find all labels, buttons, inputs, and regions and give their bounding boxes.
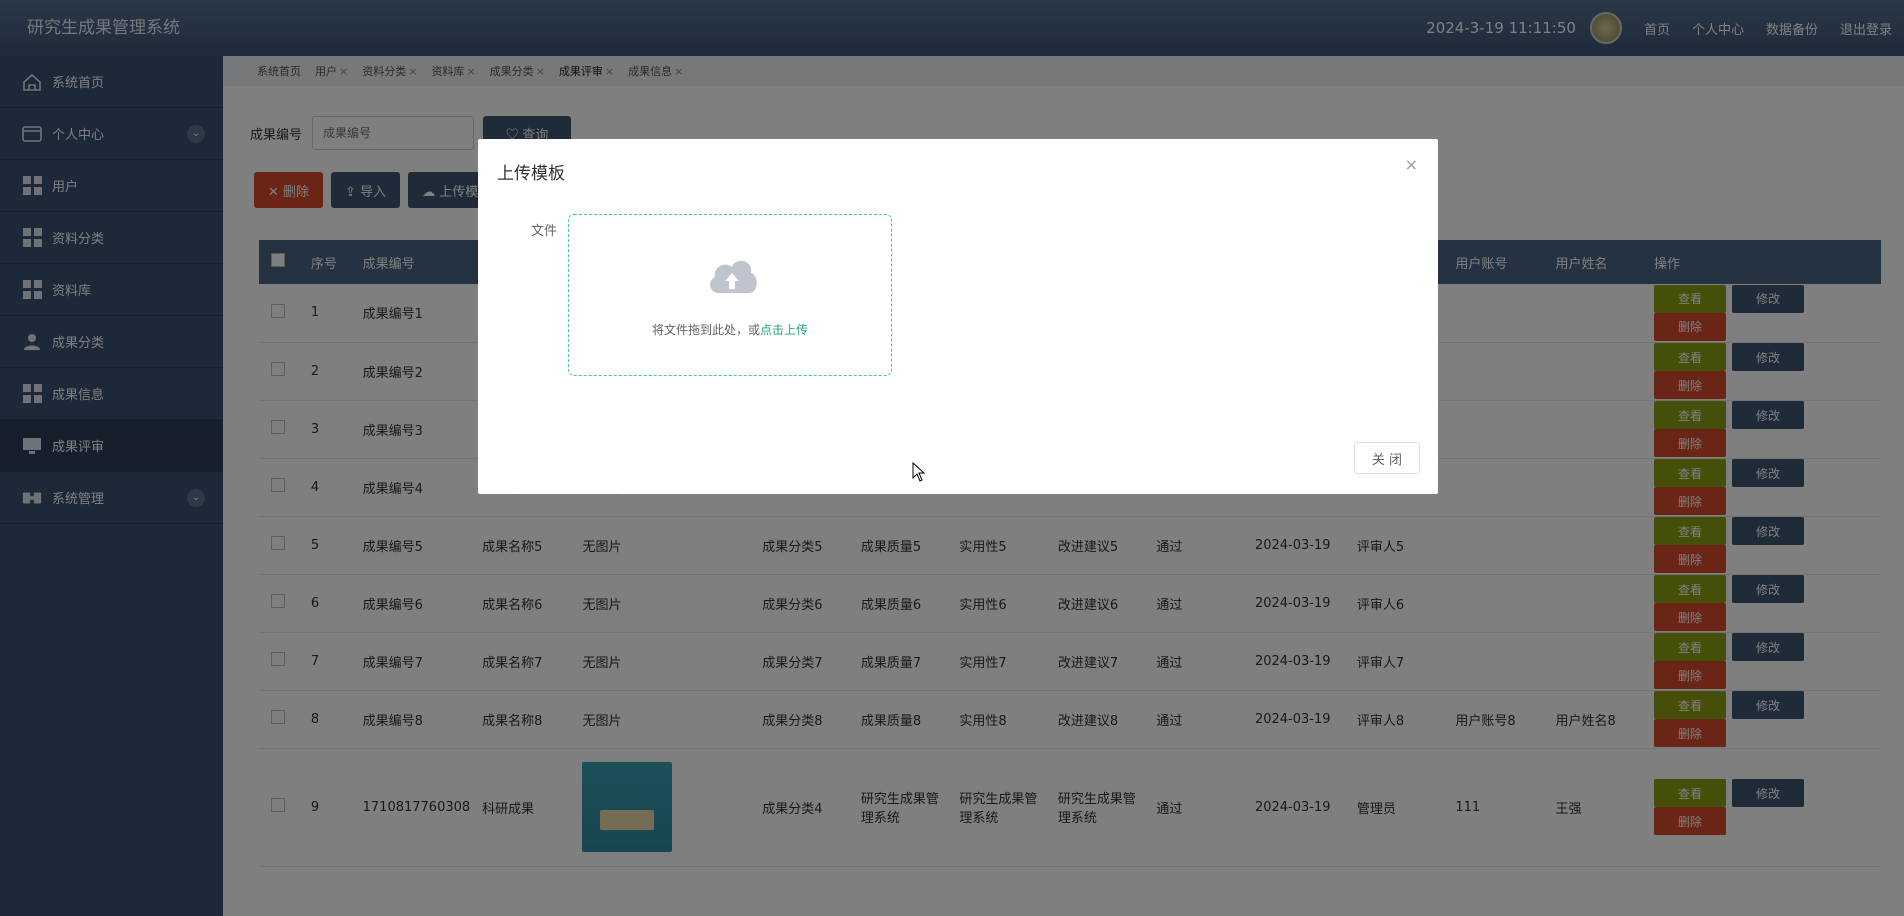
click-upload-link[interactable]: 点击上传 xyxy=(760,323,808,337)
cloud-upload-icon xyxy=(710,260,757,293)
upload-template-dialog: 上传模板 × 文件 将文件拖到此处，或点击上传 关 闭 xyxy=(478,139,1438,494)
mouse-cursor-icon xyxy=(912,462,926,482)
upload-hint: 将文件拖到此处，或点击上传 xyxy=(569,321,891,338)
file-label: 文件 xyxy=(531,224,558,239)
dialog-title: 上传模板 xyxy=(497,164,565,184)
upload-hint-text: 将文件拖到此处，或 xyxy=(651,323,760,337)
upload-dropzone[interactable]: 将文件拖到此处，或点击上传 xyxy=(568,214,892,376)
close-icon[interactable]: × xyxy=(1405,155,1418,174)
close-button[interactable]: 关 闭 xyxy=(1354,442,1420,474)
